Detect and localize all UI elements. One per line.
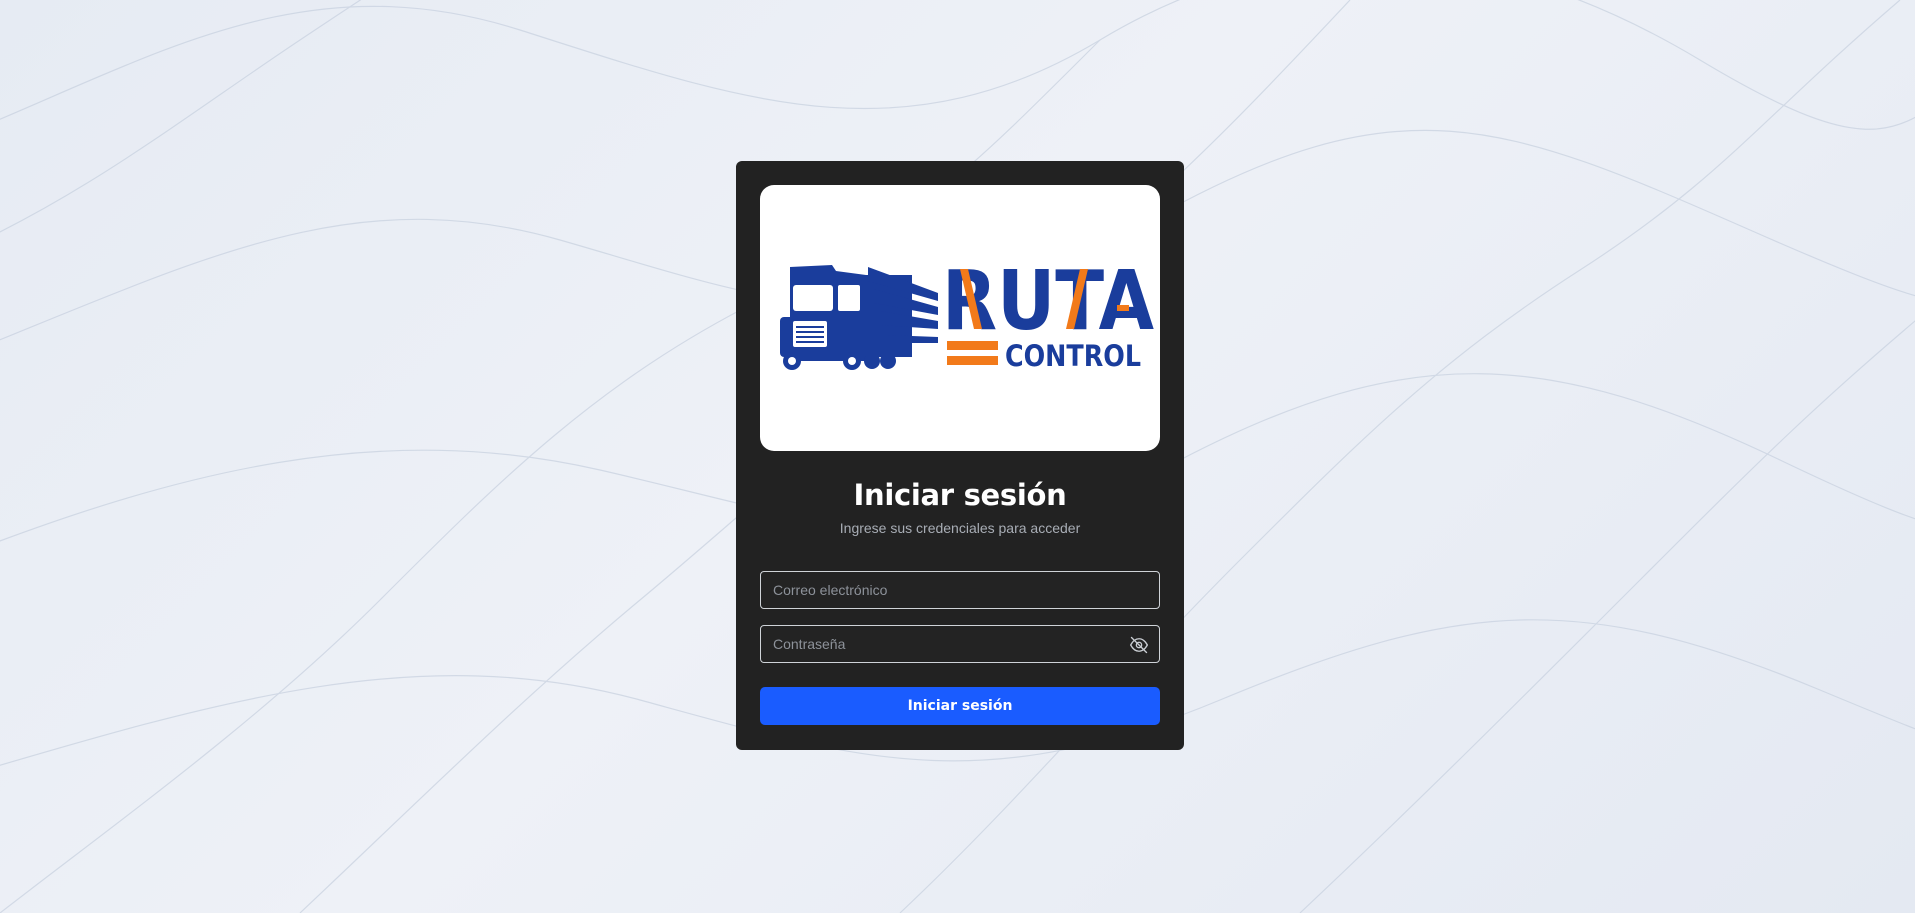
- page-subtitle: Ingrese sus credenciales para acceder: [839, 520, 1081, 536]
- login-card: RUTA CONTROL Iniciar sesión Ingrese sus …: [736, 161, 1184, 750]
- logo-container: RUTA CONTROL: [760, 185, 1160, 451]
- page-title: Iniciar sesión: [853, 478, 1067, 512]
- email-field-wrapper: [760, 571, 1160, 609]
- logo-brand-bottom: CONTROL: [1005, 339, 1141, 373]
- eye-off-icon[interactable]: [1129, 635, 1149, 655]
- login-button[interactable]: Iniciar sesión: [760, 687, 1160, 725]
- ruta-control-logo: RUTA CONTROL: [780, 254, 1154, 373]
- email-field[interactable]: [761, 572, 1159, 608]
- password-field[interactable]: [761, 626, 1159, 662]
- password-field-wrapper: [760, 625, 1160, 663]
